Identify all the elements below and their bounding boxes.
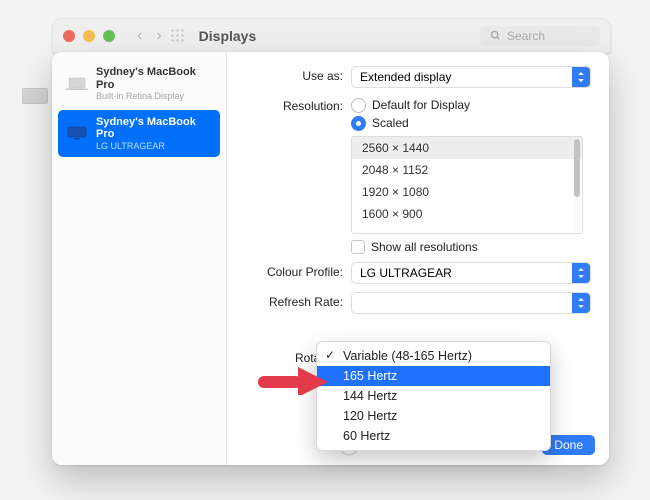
background-window-toolbar: ‹ › Displays Search — [52, 18, 611, 53]
background-sidebar-peek — [22, 88, 48, 104]
chevron-updown-icon — [572, 67, 590, 87]
displays-sidebar: Sydney's MacBook Pro Built-in Retina Dis… — [52, 52, 227, 465]
nav-arrows: ‹ › — [137, 27, 162, 45]
sidebar-display-external[interactable]: Sydney's MacBook Pro LG ULTRAGEAR — [58, 110, 220, 158]
refresh-rate-menu-item[interactable]: ✓ Variable (48-165 Hertz) — [317, 346, 550, 366]
refresh-rate-menu-item[interactable]: 120 Hertz — [317, 406, 550, 426]
search-placeholder: Search — [507, 29, 545, 43]
window-controls — [63, 30, 115, 42]
resolution-scaled-label: Scaled — [372, 116, 409, 130]
colour-profile-popup[interactable]: LG ULTRAGEAR — [351, 262, 591, 284]
sidebar-item-subtitle: LG ULTRAGEAR — [96, 141, 212, 151]
show-all-resolutions-checkbox[interactable]: Show all resolutions — [351, 240, 591, 254]
resolution-default-label: Default for Display — [372, 98, 470, 112]
sidebar-item-title: Sydney's MacBook Pro — [96, 66, 212, 91]
refresh-rate-popup[interactable] — [351, 292, 591, 314]
sidebar-display-builtin[interactable]: Sydney's MacBook Pro Built-in Retina Dis… — [58, 60, 220, 108]
checkbox-icon — [351, 240, 365, 254]
resolution-option[interactable]: 1920 × 1080 — [352, 181, 582, 203]
use-as-value: Extended display — [360, 70, 451, 84]
use-as-popup[interactable]: Extended display — [351, 66, 591, 88]
grid-icon[interactable] — [170, 28, 185, 43]
radio-icon — [351, 98, 366, 113]
monitor-icon — [66, 126, 88, 140]
refresh-rate-menu-item[interactable]: 165 Hertz — [317, 366, 550, 386]
scrollbar-thumb[interactable] — [574, 139, 580, 197]
sidebar-item-subtitle: Built-in Retina Display — [96, 91, 212, 101]
laptop-icon — [66, 77, 88, 91]
resolution-option[interactable]: 1600 × 900 — [352, 203, 582, 225]
chevron-updown-icon — [572, 263, 590, 283]
resolution-label: Resolution: — [227, 96, 351, 113]
minimize-window-button[interactable] — [83, 30, 95, 42]
resolution-option[interactable]: 2048 × 1152 — [352, 159, 582, 181]
window-title: Displays — [199, 28, 257, 44]
refresh-rate-menu-item[interactable]: 144 Hertz — [317, 386, 550, 406]
zoom-window-button[interactable] — [103, 30, 115, 42]
chevron-updown-icon — [572, 293, 590, 313]
use-as-label: Use as: — [227, 66, 351, 83]
search-icon — [490, 30, 501, 41]
colour-profile-value: LG ULTRAGEAR — [360, 266, 452, 280]
show-all-label: Show all resolutions — [371, 240, 478, 254]
resolution-default-radio[interactable]: Default for Display — [351, 96, 591, 114]
refresh-rate-label: Refresh Rate: — [227, 292, 351, 309]
radio-checked-icon — [351, 116, 366, 131]
refresh-rate-menu-item[interactable]: 60 Hertz — [317, 426, 550, 446]
colour-profile-label: Colour Profile: — [227, 262, 351, 279]
close-window-button[interactable] — [63, 30, 75, 42]
back-button[interactable]: ‹ — [137, 27, 142, 45]
resolution-list[interactable]: 2560 × 1440 2048 × 1152 1920 × 1080 1600… — [351, 136, 583, 234]
resolution-scaled-radio[interactable]: Scaled — [351, 114, 591, 132]
search-field[interactable]: Search — [480, 26, 600, 46]
checkmark-icon: ✓ — [325, 348, 335, 362]
refresh-rate-value — [360, 296, 363, 310]
resolution-option[interactable]: 2560 × 1440 — [352, 137, 582, 159]
refresh-rate-menu[interactable]: ✓ Variable (48-165 Hertz) 165 Hertz 144 … — [316, 341, 551, 451]
forward-button[interactable]: › — [156, 27, 161, 45]
sidebar-item-title: Sydney's MacBook Pro — [96, 116, 212, 141]
